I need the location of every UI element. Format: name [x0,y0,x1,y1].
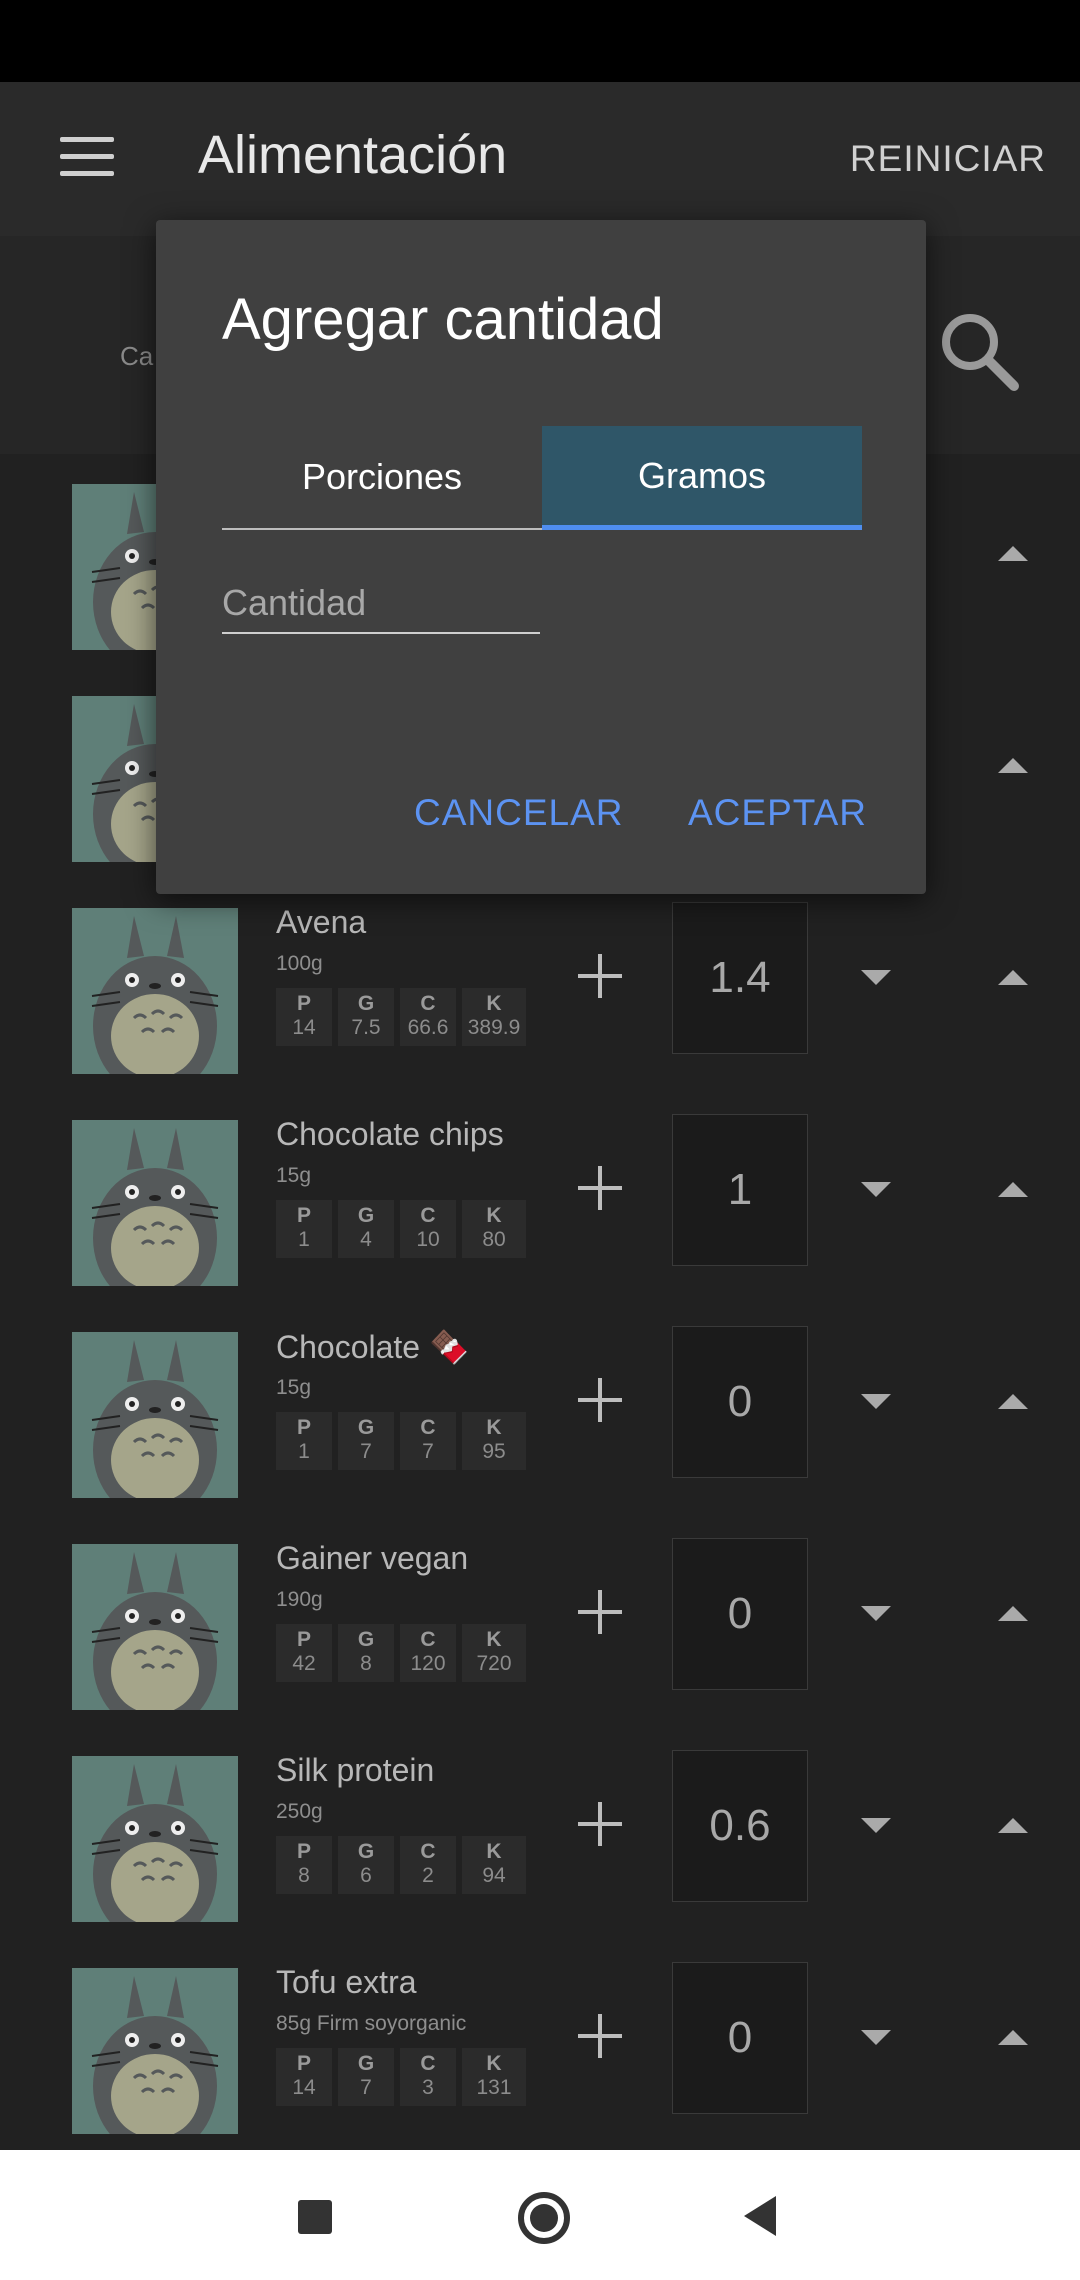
system-nav-bar [0,2150,1080,2280]
accept-button[interactable]: ACEPTAR [688,792,867,834]
dialog-title: Agregar cantidad [222,287,664,352]
tab-portions[interactable]: Porciones [222,426,542,530]
recents-icon[interactable] [298,2200,332,2234]
cancel-button[interactable]: CANCELAR [414,792,624,834]
home-icon[interactable] [518,2192,570,2244]
tab-grams[interactable]: Gramos [542,426,862,530]
quantity-input[interactable] [222,574,540,634]
back-icon[interactable] [744,2196,776,2236]
add-quantity-dialog: Agregar cantidad Porciones Gramos CANCEL… [156,220,926,894]
